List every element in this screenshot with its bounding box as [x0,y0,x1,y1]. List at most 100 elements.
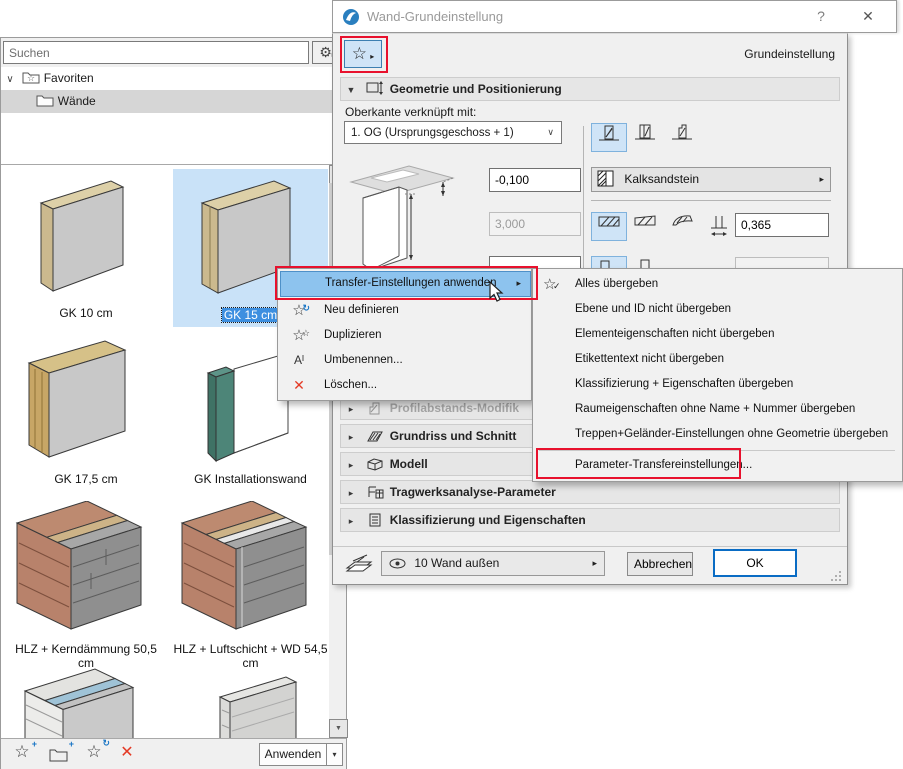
wall-slanted-button[interactable] [628,212,662,239]
submenu-item-treppen-gelaender[interactable]: Treppen+Geländer-Einstellungen ohne Geom… [535,422,899,447]
wall-basic-button[interactable] [591,123,627,152]
wall-thickness-icon [711,216,727,236]
apply-dropdown-arrow[interactable]: ▾ [327,743,343,766]
wall-favorite-gk175[interactable]: GK 17,5 cm [7,335,165,495]
thickness-field[interactable] [735,213,829,237]
submenu-item-alles-uebergeben[interactable]: ☆ ✓ Alles übergeben [535,272,899,297]
top-link-label: Oberkante verknüpft mit: [345,105,477,119]
flyout-arrow-icon: ▸ [592,558,597,568]
chevron-down-icon[interactable]: ∨ [1,68,19,91]
wall-thumbnail [39,180,125,292]
section-geometrie[interactable]: ▼ Geometrie und Positionierung [340,77,840,101]
section-klassifizierung[interactable]: ▸ Klassifizierung und Eigenschaften [340,508,840,532]
favorites-button[interactable]: ☆ ▸ [344,40,382,68]
wall-favorite-hlz-kern[interactable]: HLZ + Kerndämmung 50,5 cm [7,500,165,671]
star-refresh-icon: ☆ [86,742,102,761]
star-icon: ☆ [351,44,367,63]
flyout-arrow-icon: ▸ [370,52,375,61]
tree-item-favoriten[interactable]: ∨ ☆ Favoriten [1,67,346,90]
geometry-icon [364,81,386,103]
wall-straight-button[interactable] [591,212,627,241]
divider [591,200,831,201]
wall-favorite-partial-1[interactable] [7,665,165,738]
flyout-arrow-icon: ▸ [819,174,824,184]
layer-dropdown[interactable]: 10 Wand außen ▸ [381,551,605,576]
delete-icon: ✕ [120,744,134,761]
expand-triangle-icon: ▸ [348,432,354,442]
ok-button[interactable]: OK [713,549,797,577]
divider [583,126,584,272]
offset-field[interactable] [489,168,581,192]
favorites-folder-icon: ☆ [22,72,40,84]
wall-favorite-gk10[interactable]: GK 10 cm [7,173,165,325]
archicad-logo-icon [343,9,359,25]
scroll-down-button[interactable]: ▼ [329,719,348,738]
wall-favorite-label-selected: GK 15 cm [220,307,281,323]
section-label: Profilabstands-Modifik [389,401,520,415]
tree-item-waende[interactable]: Wände [1,90,346,113]
wall-thumbnail [15,500,143,630]
new-favorite-button[interactable]: ☆ + [9,739,37,766]
top-link-select[interactable]: 1. OG (Ursprungsgeschoss + 1) ∨ [344,121,562,144]
structural-analysis-icon [364,484,386,506]
mode-label: Grundeinstellung [744,47,835,61]
dialog-titlebar[interactable]: Wand-Grundeinstellung ? ✕ [332,0,897,33]
submenu-item-etikettentext[interactable]: Etikettentext nicht übergeben [535,347,899,372]
wall-curved-button[interactable] [665,212,699,239]
menu-item-loeschen[interactable]: ✕ Löschen... [280,373,529,398]
close-button[interactable]: ✕ [857,8,879,25]
svg-text:☆: ☆ [27,73,35,83]
submenu-item-elementeigenschaften[interactable]: Elementeigenschaften nicht übergeben [535,322,899,347]
chevron-down-icon: ∨ [547,127,554,137]
favorites-thumbnail-list: GK 10 cm GK 15 cm GK 17,5 cm GK Installa… [1,165,328,738]
gear-icon: ⚙ [319,44,332,60]
submenu-item-ebene-id[interactable]: Ebene und ID nicht übergeben [535,297,899,322]
folder-plus-icon [49,749,67,762]
favorites-palette: ⚙▸ ∨ ☆ Favoriten Wände [0,37,348,769]
wall-thumbnail [27,340,127,458]
expand-triangle-icon: ▸ [348,516,354,526]
help-button[interactable]: ? [811,8,831,24]
submenu-item-raumeigenschaften[interactable]: Raumeigenschaften ohne Name + Nummer übe… [535,397,899,422]
delete-favorite-button[interactable]: ✕ [114,742,140,766]
height-field [489,212,581,236]
plan-section-icon [364,428,386,450]
submenu-item-parameter-transfereinstellungen[interactable]: Parameter-Transfereinstellungen... [535,453,899,478]
palette-toolbar: ☆ + + ☆ ↻ ✕ Anwenden ▾ [1,738,346,769]
submenu-arrow-icon: ▸ [516,278,521,288]
wall-favorite-partial-2[interactable] [173,665,328,738]
layers-icon [345,554,373,572]
menu-separator [539,450,895,451]
collapse-triangle-icon[interactable]: ▼ [341,79,361,101]
delete-icon: ✕ [293,377,305,393]
section-label: Tragwerksanalyse-Parameter [389,485,556,499]
model-icon [364,456,386,478]
new-folder-button[interactable]: + [45,739,74,766]
rename-icon: Aᴵ [293,353,304,367]
material-button[interactable]: Kalksandstein ▸ [591,167,831,192]
material-swatch-icon [597,170,614,187]
top-link-value: 1. OG (Ursprungsgeschoss + 1) [351,127,514,139]
expand-triangle-icon: ▸ [348,404,354,414]
tree-item-label: Favoriten [43,71,94,85]
wall-favorite-label: GK 17,5 cm [54,472,118,486]
section-tragwerksanalyse[interactable]: ▸ Tragwerksanalyse-Parameter [340,480,840,504]
eye-icon [389,558,406,569]
resize-grip[interactable] [831,570,842,581]
menu-item-duplizieren[interactable]: ☆ ☆ Duplizieren [280,323,529,348]
section-label: Klassifizierung und Eigenschaften [389,513,586,527]
wall-composite-button[interactable] [628,123,662,150]
menu-item-umbenennen[interactable]: Aᴵ Umbenennen... [280,348,529,373]
redefine-favorite-button[interactable]: ☆ ↻ [81,738,110,766]
apply-button[interactable]: Anwenden [259,743,327,766]
layer-value: 10 Wand außen [414,556,500,570]
submenu-item-klassifizierung[interactable]: Klassifizierung + Eigenschaften übergebe… [535,372,899,397]
wall-favorite-hlz-luft[interactable]: HLZ + Luftschicht + WD 54,5 cm [173,500,328,671]
expand-triangle-icon: ▸ [348,488,354,498]
material-value: Kalksandstein [624,172,700,186]
cancel-button[interactable]: Abbrechen [627,552,693,576]
wall-thumbnail [218,676,297,738]
wall-favorite-label: GK 10 cm [59,306,113,320]
search-input[interactable] [3,41,309,64]
wall-profile-button[interactable] [665,123,699,150]
